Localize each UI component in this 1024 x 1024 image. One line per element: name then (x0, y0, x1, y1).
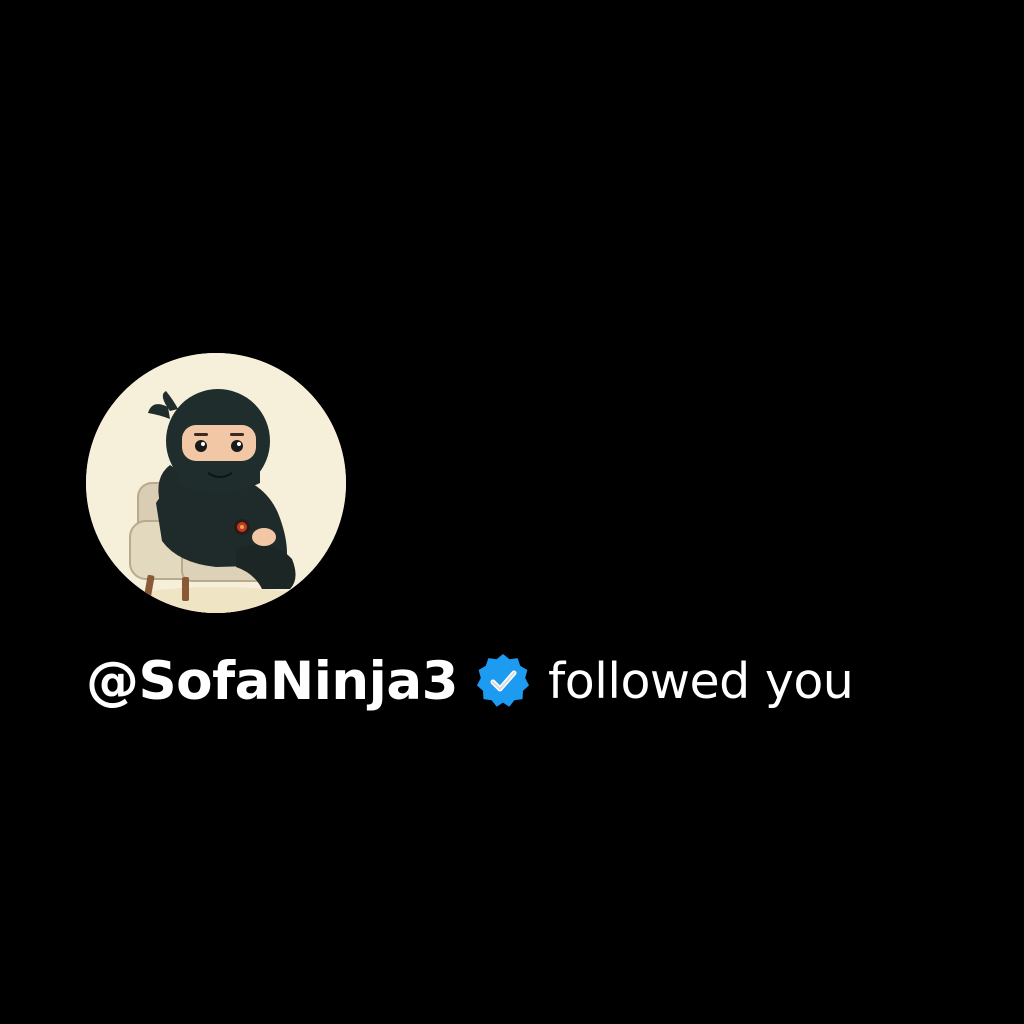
username-link[interactable]: @SofaNinja3 (86, 651, 458, 712)
ninja-on-sofa-icon (86, 353, 346, 613)
notification-text-row: @SofaNinja3 followed you (86, 636, 854, 726)
verified-badge-icon (474, 652, 532, 710)
follow-action-text: followed you (547, 652, 854, 710)
user-avatar[interactable] (86, 353, 346, 613)
follow-notification: @SofaNinja3 followed you (0, 0, 1024, 1024)
